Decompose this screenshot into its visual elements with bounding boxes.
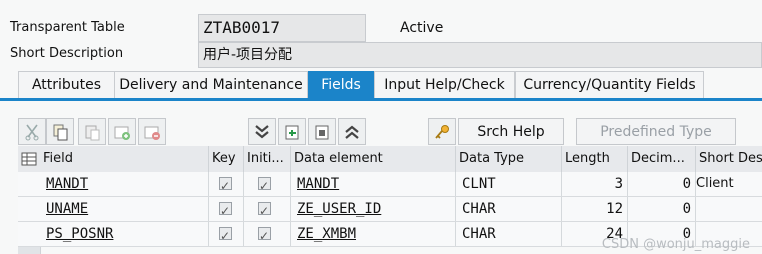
- field-name: PS_POSNR: [46, 226, 114, 242]
- paste-icon: [85, 125, 100, 140]
- expand-icon: [255, 124, 269, 138]
- short-desc-cell: Client: [695, 172, 762, 196]
- table-row: UNAME ZE_USER_ID CHAR 12 0: [18, 197, 762, 222]
- search-help-label: Srch Help: [477, 123, 545, 140]
- table-name-field[interactable]: ZTAB0017: [198, 14, 366, 42]
- tab-strip: Attributes Delivery and Maintenance Fiel…: [0, 68, 762, 101]
- col-header-data-element[interactable]: Data element: [290, 146, 455, 172]
- short-description-label: Short Description: [10, 46, 124, 61]
- data-element-cell[interactable]: ZE_XMBM: [290, 222, 455, 246]
- field-name: MANDT: [46, 176, 89, 192]
- grid-header: Field Key Initi... Data element Data Typ…: [18, 146, 762, 173]
- key-icon: [435, 124, 449, 139]
- key-checkbox[interactable]: [219, 199, 232, 221]
- decimals-cell[interactable]: 0: [627, 172, 695, 196]
- field-name-cell[interactable]: PS_POSNR: [40, 222, 208, 246]
- tab-label: Currency/Quantity Fields: [523, 77, 696, 93]
- col-header-decimals[interactable]: Decim...: [627, 146, 695, 172]
- collapse-button[interactable]: [338, 118, 366, 145]
- initial-cell[interactable]: [243, 222, 290, 246]
- table-type-label: Transparent Table: [10, 20, 125, 35]
- field-name-cell[interactable]: UNAME: [40, 197, 208, 221]
- col-header-field[interactable]: Field: [40, 146, 208, 172]
- data-element-cell[interactable]: ZE_USER_ID: [290, 197, 455, 221]
- table-row: MANDT MANDT CLNT 3 0 Client: [18, 172, 762, 197]
- data-type-cell[interactable]: CHAR: [455, 222, 561, 246]
- tab-input-help-check[interactable]: Input Help/Check: [374, 71, 515, 98]
- table-name-value: ZTAB0017: [203, 18, 281, 37]
- last-page-button[interactable]: [308, 118, 336, 145]
- field-name: UNAME: [46, 201, 89, 217]
- search-help-button[interactable]: Srch Help: [458, 118, 564, 145]
- col-header-short-desc[interactable]: Short Des: [695, 146, 762, 172]
- initial-cell[interactable]: [243, 197, 290, 221]
- tab-label: Fields: [321, 77, 361, 93]
- collapse-icon: [345, 125, 359, 139]
- last-page-icon: [315, 125, 329, 139]
- col-header-initial[interactable]: Initi...: [243, 146, 290, 172]
- cut-icon: [25, 124, 39, 140]
- data-type-cell[interactable]: CHAR: [455, 197, 561, 221]
- key-checkbox[interactable]: [219, 224, 232, 246]
- key-cell[interactable]: [208, 222, 243, 246]
- short-description-value: 用户-项目分配: [203, 47, 293, 63]
- table-settings-icon[interactable]: [21, 151, 37, 167]
- tab-delivery-maintenance[interactable]: Delivery and Maintenance: [114, 71, 308, 98]
- tab-attributes[interactable]: Attributes: [18, 71, 115, 98]
- tab-label: Input Help/Check: [384, 77, 505, 93]
- paste-button[interactable]: [78, 118, 106, 145]
- status-text: Active: [400, 20, 444, 36]
- length-cell[interactable]: 12: [561, 197, 627, 221]
- col-header-length[interactable]: Length: [561, 146, 627, 172]
- key-cell[interactable]: [208, 197, 243, 221]
- predefined-type-button[interactable]: Predefined Type: [576, 118, 736, 145]
- data-element-cell[interactable]: MANDT: [290, 172, 455, 196]
- col-header-key[interactable]: Key: [208, 146, 243, 172]
- initial-cell[interactable]: [243, 172, 290, 196]
- data-type-cell[interactable]: CLNT: [455, 172, 561, 196]
- watermark: CSDN @wonju_maggie: [601, 237, 750, 252]
- data-element: ZE_XMBM: [297, 226, 357, 242]
- header: Transparent Table ZTAB0017 Active Short …: [0, 0, 762, 68]
- short-description-field[interactable]: 用户-项目分配: [198, 42, 762, 68]
- key-cell[interactable]: [208, 172, 243, 196]
- insert-row-button[interactable]: [108, 118, 136, 145]
- copy-button[interactable]: [46, 118, 74, 145]
- data-element: ZE_USER_ID: [297, 201, 382, 217]
- cut-button[interactable]: [18, 118, 46, 145]
- short-desc-cell: [695, 197, 762, 221]
- delete-row-icon: [144, 126, 160, 140]
- initial-checkbox[interactable]: [258, 174, 271, 196]
- key-button[interactable]: [428, 118, 456, 145]
- tab-fields[interactable]: Fields: [308, 71, 374, 98]
- insert-row-icon: [114, 126, 130, 140]
- initial-checkbox[interactable]: [258, 224, 271, 246]
- tab-currency-quantity[interactable]: Currency/Quantity Fields: [515, 71, 704, 98]
- length-cell[interactable]: 3: [561, 172, 627, 196]
- field-name-cell[interactable]: MANDT: [40, 172, 208, 196]
- decimals-cell[interactable]: 0: [627, 197, 695, 221]
- initial-checkbox[interactable]: [258, 199, 271, 221]
- data-element: MANDT: [297, 176, 340, 192]
- tab-label: Attributes: [31, 77, 102, 93]
- first-page-button[interactable]: [278, 118, 306, 145]
- expand-button[interactable]: [248, 118, 276, 145]
- first-page-icon: [285, 125, 299, 139]
- predefined-type-label: Predefined Type: [600, 123, 712, 140]
- key-checkbox[interactable]: [219, 174, 232, 196]
- delete-row-button[interactable]: [138, 118, 166, 145]
- copy-icon: [53, 124, 68, 140]
- tab-label: Delivery and Maintenance: [119, 77, 303, 93]
- col-header-data-type[interactable]: Data Type: [455, 146, 561, 172]
